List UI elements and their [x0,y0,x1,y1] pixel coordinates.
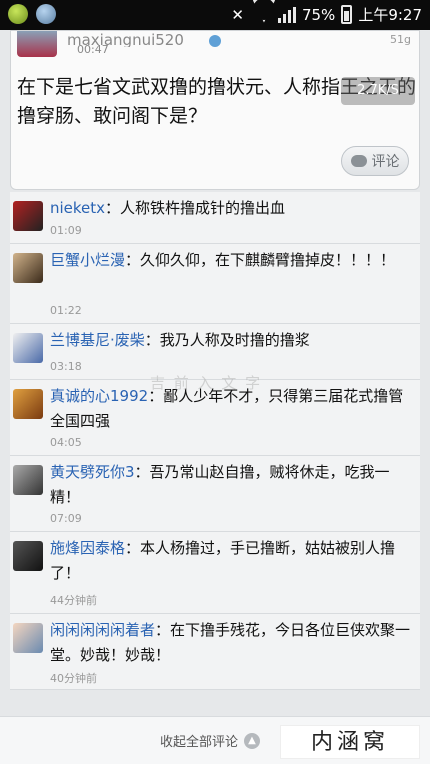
list-item[interactable]: 黄天劈死你3：吾乃常山赵自撸，贼将休走，吃我一精！ 07:09 [10,456,420,532]
commenter-name[interactable]: 施烽因泰格 [50,539,125,557]
avatar[interactable] [17,31,57,57]
comment-text: ：我乃人称及时撸的撸浆 [144,331,310,349]
clock: 上午9:27 [358,6,422,24]
footer-bar: 收起全部评论 ▲ 内涵窝 [0,716,430,764]
avatar[interactable] [13,465,43,495]
post-meta: 51g [390,33,411,46]
commenter-name[interactable]: 真诚的心1992 [50,387,148,405]
collapse-label: 收起全部评论 [160,735,239,750]
collapse-all-comments-button[interactable]: 收起全部评论 ▲ [160,731,261,750]
wifi-icon [250,7,272,23]
list-item[interactable]: 闲闲闲闲闲着者：在下撸手残花，今日各位巨侠欢聚一堂。妙哉！妙哉！ 40分钟前 [10,614,420,690]
watermark: 吉 前 入 文 字 [150,374,263,392]
post-card: maxiangnui520 00:47 51g 在下是七省文武双撸的撸状元、人称… [10,30,420,190]
mute-icon: ✕ [231,5,244,24]
comment-text: ：久仰久仰，在下麒麟臂撸掉皮！！！！ [125,251,396,269]
brand-stamp: 内涵窝 [280,725,420,759]
avatar[interactable] [13,389,43,419]
comment-time: 01:09 [50,224,82,237]
signal-icon [277,6,296,23]
status-bar: ✕ 75% 上午9:27 [0,0,430,30]
commenter-name[interactable]: nieketx [50,199,105,217]
comment-button[interactable]: 评论 [341,146,409,176]
avatar[interactable] [13,623,43,653]
avatar[interactable] [13,201,43,231]
comment-button-label: 评论 [371,154,400,170]
commenter-name[interactable]: 闲闲闲闲闲着者 [50,621,155,639]
comment-time: 01:22 [50,304,82,317]
list-item[interactable]: 施烽因泰格：本人杨撸过，手已撸断，姑姑被别人撸了！ 44分钟前 [10,532,420,614]
network-speed-overlay: 2.7K/S [341,77,415,105]
app-notification-icon [8,4,28,24]
qq-notification-icon [36,4,56,24]
commenter-name[interactable]: 巨蟹小烂漫 [50,251,125,269]
comment-icon [350,155,367,167]
commenter-name[interactable]: 兰博基尼·废柴 [50,331,145,349]
avatar[interactable] [13,333,43,363]
comment-time: 44分钟前 [50,594,97,607]
commenter-name[interactable]: 黄天劈死你3 [50,463,135,481]
avatar[interactable] [13,541,43,571]
list-item[interactable]: 巨蟹小烂漫：久仰久仰，在下麒麟臂撸掉皮！！！！ 01:22 [10,244,420,324]
avatar[interactable] [13,253,43,283]
post-time: 00:47 [77,43,109,56]
battery-icon [341,5,353,24]
chevron-up-icon: ▲ [244,732,261,749]
comment-time: 07:09 [50,512,82,525]
verified-icon [209,35,221,47]
list-item[interactable]: nieketx：人称铁杵撸成针的撸出血 01:09 [10,192,420,244]
battery-percent: 75% [301,5,336,24]
comment-time: 04:05 [50,436,82,449]
comment-text: ：人称铁杵撸成针的撸出血 [105,199,286,217]
comment-time: 40分钟前 [50,672,97,685]
comment-time: 03:18 [50,360,82,373]
comment-list: nieketx：人称铁杵撸成针的撸出血 01:09 巨蟹小烂漫：久仰久仰，在下麒… [10,192,420,690]
